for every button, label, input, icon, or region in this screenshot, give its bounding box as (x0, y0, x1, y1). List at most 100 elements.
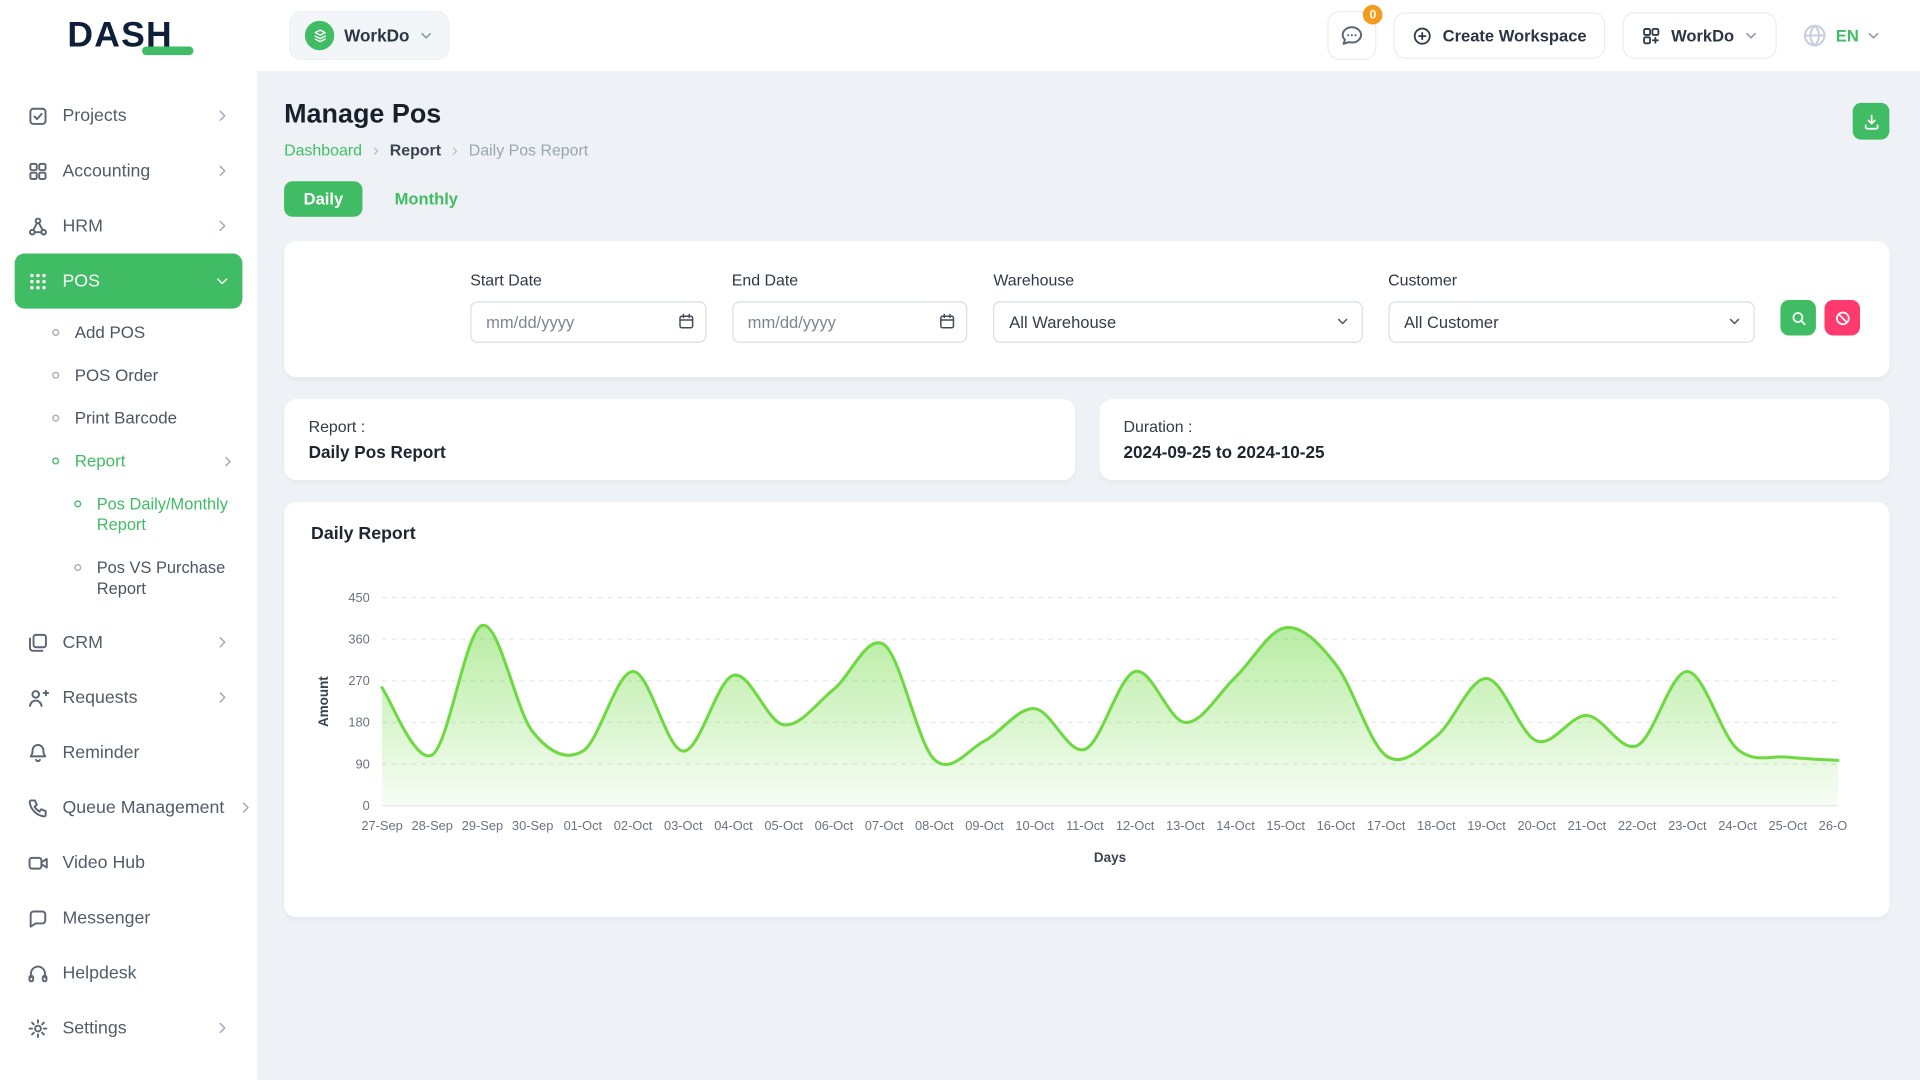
duration-label: Duration : (1123, 418, 1864, 436)
sidebar-subitem-add-pos[interactable]: Add POS (15, 311, 243, 354)
svg-text:23-Oct: 23-Oct (1668, 818, 1707, 833)
chat-bubble-icon (1340, 23, 1364, 47)
user-menu-label: WorkDo (1671, 26, 1734, 44)
sidebar-subitem-label: POS Order (75, 365, 159, 386)
chevron-right-icon (214, 1020, 230, 1036)
bullet-icon (49, 411, 62, 424)
language-selector[interactable]: EN (1794, 21, 1888, 50)
svg-text:90: 90 (355, 756, 369, 771)
sidebar-item-label: Messenger (62, 908, 150, 928)
gear-icon (27, 1017, 49, 1039)
sidebar-item-queue-management[interactable]: Queue Management (15, 780, 243, 835)
sidebar-item-hrm[interactable]: HRM (15, 198, 243, 253)
bullet-icon (71, 561, 84, 574)
sidebar-item-pos[interactable]: POS (15, 253, 243, 308)
language-code: EN (1836, 26, 1859, 44)
svg-text:29-Sep: 29-Sep (462, 818, 503, 833)
video-icon (27, 852, 49, 874)
sidebar-item-settings[interactable]: Settings (15, 1000, 243, 1055)
user-menu-button[interactable]: WorkDo (1622, 12, 1777, 59)
create-workspace-button[interactable]: Create Workspace (1394, 12, 1605, 59)
svg-text:0: 0 (363, 798, 370, 813)
svg-text:04-Oct: 04-Oct (714, 818, 753, 833)
warehouse-field: Warehouse All Warehouse (993, 271, 1362, 343)
tab-monthly[interactable]: Monthly (375, 181, 478, 217)
sidebar-item-label: Accounting (62, 161, 150, 181)
sidebar-item-reminder[interactable]: Reminder (15, 725, 243, 780)
chevron-down-icon (1744, 28, 1759, 43)
svg-text:22-Oct: 22-Oct (1618, 818, 1657, 833)
svg-text:18-Oct: 18-Oct (1417, 818, 1456, 833)
breadcrumb-item[interactable]: Report (390, 141, 441, 159)
svg-text:270: 270 (348, 673, 369, 688)
svg-text:450: 450 (348, 590, 369, 605)
grid-icon (27, 160, 49, 182)
sidebar-subitem-label: Print Barcode (75, 408, 177, 429)
chevron-down-icon (214, 273, 230, 289)
end-date-input[interactable] (732, 301, 968, 343)
globe-icon (1802, 22, 1829, 49)
customer-select[interactable]: All Customer (1388, 301, 1755, 343)
sidebar-subitem-label: Add POS (75, 322, 145, 343)
sidebar-item-crm[interactable]: CRM (15, 615, 243, 670)
svg-text:28-Sep: 28-Sep (412, 818, 453, 833)
create-workspace-label: Create Workspace (1443, 26, 1587, 44)
chevron-right-icon (238, 800, 254, 816)
sidebar-subitem-pos-vs-purchase-report[interactable]: Pos VS Purchase Report (15, 546, 243, 610)
duration-summary-card: Duration : 2024-09-25 to 2024-10-25 (1099, 399, 1889, 480)
breadcrumb-separator: › (452, 142, 458, 158)
check-square-icon (27, 105, 49, 127)
workspace-name: WorkDo (344, 26, 409, 46)
breadcrumb-item[interactable]: Dashboard (284, 141, 362, 159)
sidebar-item-label: HRM (62, 216, 102, 236)
plus-circle-icon (1412, 25, 1433, 46)
page-title: Manage Pos (284, 98, 588, 130)
sidebar-subitem-label: Pos Daily/Monthly Report (97, 493, 235, 535)
svg-text:14-Oct: 14-Oct (1216, 818, 1255, 833)
clear-filter-icon (1834, 309, 1851, 326)
svg-text:02-Oct: 02-Oct (614, 818, 653, 833)
layers-card-icon (27, 631, 49, 653)
sidebar-subitem-pos-order[interactable]: POS Order (15, 354, 243, 397)
report-summary-card: Report : Daily Pos Report (284, 399, 1074, 480)
apply-filter-button[interactable] (1780, 300, 1816, 336)
chevron-down-icon (419, 28, 434, 43)
warehouse-select[interactable]: All Warehouse (993, 301, 1362, 343)
bullet-icon (49, 454, 62, 467)
svg-text:17-Oct: 17-Oct (1367, 818, 1406, 833)
sidebar-item-projects[interactable]: Projects (15, 88, 243, 143)
tab-daily[interactable]: Daily (284, 181, 363, 217)
start-date-label: Start Date (470, 271, 706, 289)
bell-icon (27, 741, 49, 763)
chevron-right-icon (214, 218, 230, 234)
workspace-selector[interactable]: WorkDo (289, 11, 450, 60)
grid-plus-icon (1640, 25, 1661, 46)
breadcrumb: Dashboard›Report›Daily Pos Report (284, 141, 588, 159)
sidebar-item-video-hub[interactable]: Video Hub (15, 835, 243, 890)
calendar-icon[interactable] (677, 312, 695, 330)
svg-text:16-Oct: 16-Oct (1317, 818, 1356, 833)
sidebar-item-accounting[interactable]: Accounting (15, 143, 243, 198)
download-icon (1862, 112, 1880, 130)
sidebar-item-helpdesk[interactable]: Helpdesk (15, 945, 243, 1000)
start-date-input[interactable] (470, 301, 706, 343)
calendar-icon[interactable] (938, 312, 956, 330)
messages-button[interactable]: 0 (1328, 11, 1377, 60)
sidebar-item-label: Reminder (62, 743, 139, 763)
chevron-right-icon (214, 634, 230, 650)
sidebar-submenu: Add POS POS Order Print Barcode Report P… (15, 309, 243, 615)
svg-text:360: 360 (348, 631, 369, 646)
bullet-icon (49, 326, 62, 339)
svg-text:07-Oct: 07-Oct (865, 818, 904, 833)
download-button[interactable] (1853, 103, 1890, 140)
app-logo[interactable]: DASH (0, 15, 257, 55)
sidebar-item-requests[interactable]: Requests (15, 670, 243, 725)
sidebar-item-messenger[interactable]: Messenger (15, 890, 243, 945)
sidebar-subitem-print-barcode[interactable]: Print Barcode (15, 397, 243, 440)
svg-text:24-Oct: 24-Oct (1718, 818, 1757, 833)
sidebar-subitem-report[interactable]: Report (15, 440, 243, 483)
svg-text:11-Oct: 11-Oct (1066, 818, 1104, 833)
reset-filter-button[interactable] (1824, 300, 1860, 336)
svg-text:10-Oct: 10-Oct (1015, 818, 1054, 833)
sidebar-subitem-pos-daily-monthly-report[interactable]: Pos Daily/Monthly Report (15, 482, 243, 546)
